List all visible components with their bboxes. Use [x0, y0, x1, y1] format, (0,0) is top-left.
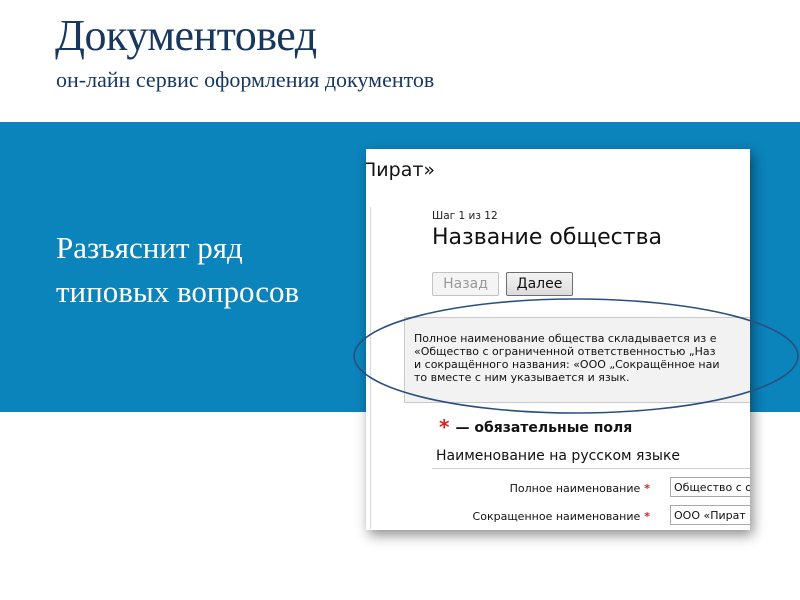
band-caption-line-2: типовых вопросов: [56, 274, 300, 309]
full-name-label: Полное наименование *: [510, 482, 650, 495]
slide-subtitle: он-лайн сервис оформления документов: [56, 67, 435, 92]
full-name-label-text: Полное наименование: [509, 482, 641, 495]
info-box: Полное наименование общества складываетс…: [404, 317, 750, 403]
required-star-icon: *: [439, 415, 450, 439]
form-screenshot: Пират» Шаг 1 из 12 Название общества Наз…: [366, 149, 750, 530]
required-star-icon: *: [644, 482, 650, 495]
short-name-input[interactable]: [670, 505, 750, 525]
back-button[interactable]: Назад: [432, 272, 499, 296]
short-name-label-text: Сокращенное наименование: [472, 510, 641, 523]
required-fields-text: — обязательные поля: [455, 420, 633, 436]
info-line: «Общество с ограниченной ответственность…: [414, 345, 716, 358]
required-star-icon: *: [644, 510, 650, 523]
info-line: и сокращённого названия: «ООО „Сокращённ…: [414, 358, 720, 371]
company-heading: Пират»: [366, 159, 436, 181]
info-line: то вместе с ним указывается и язык.: [414, 371, 630, 384]
next-button[interactable]: Далее: [506, 272, 573, 296]
slide-title: Документовед: [55, 11, 317, 60]
section-title: Наименование на русском языке: [432, 444, 750, 469]
full-name-input[interactable]: [670, 477, 750, 497]
band-caption: Разъяснит ряд типовых вопросов: [56, 226, 299, 314]
required-fields-note: * — обязательные поля: [439, 415, 632, 439]
form-title: Название общества: [432, 225, 663, 250]
left-divider: [370, 207, 371, 529]
info-line: Полное наименование общества складываетс…: [414, 332, 717, 345]
band-caption-line-1: Разъяснит ряд: [56, 230, 243, 265]
short-name-label: Сокращенное наименование *: [473, 510, 650, 523]
step-indicator: Шаг 1 из 12: [432, 210, 498, 222]
